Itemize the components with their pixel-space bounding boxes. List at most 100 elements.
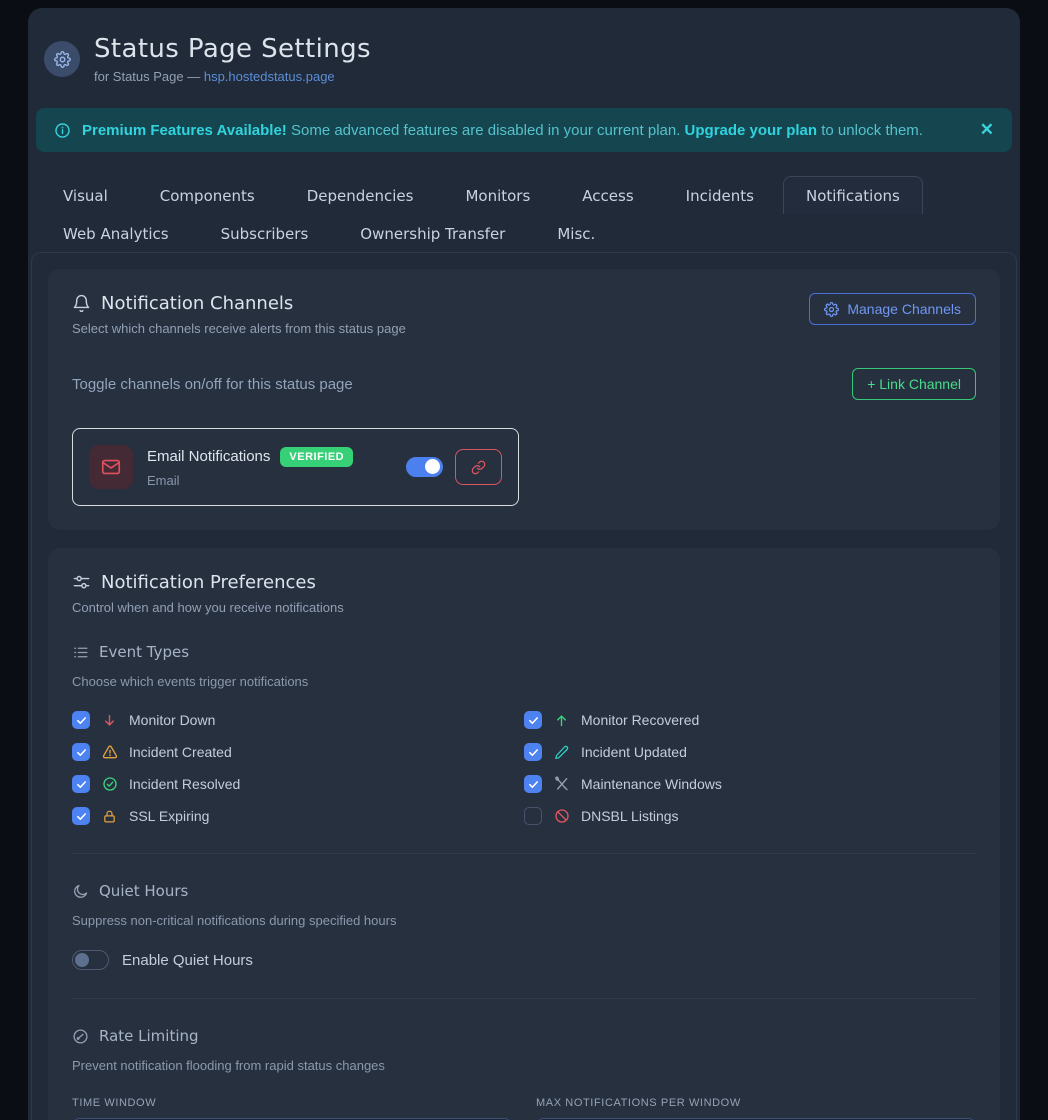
moon-icon xyxy=(72,883,89,900)
manage-channels-label: Manage Channels xyxy=(847,301,961,317)
event-type-monitor-recovered[interactable]: Monitor Recovered xyxy=(524,711,976,729)
page-subtitle: for Status Page — hsp.hostedstatus.page xyxy=(94,69,371,84)
event-type-incident-resolved[interactable]: Incident Resolved xyxy=(72,775,524,793)
banner-suffix: to unlock them. xyxy=(817,122,923,139)
info-icon xyxy=(54,122,71,139)
tab-components[interactable]: Components xyxy=(137,176,278,214)
checkbox[interactable] xyxy=(524,775,542,793)
quiet-hours-description: Suppress non-critical notifications duri… xyxy=(72,913,976,928)
settings-page: Status Page Settings for Status Page — h… xyxy=(28,8,1020,1120)
event-types-description: Choose which events trigger notification… xyxy=(72,674,976,689)
checkbox[interactable] xyxy=(524,711,542,729)
tab-web-analytics[interactable]: Web Analytics xyxy=(40,214,192,252)
pencil-icon xyxy=(553,745,570,760)
event-type-label: Incident Updated xyxy=(581,744,687,760)
quiet-hours-title: Quiet Hours xyxy=(99,882,188,900)
check-circle-icon xyxy=(101,776,118,792)
checkbox[interactable] xyxy=(524,743,542,761)
channel-name: Email Notifications xyxy=(147,448,270,465)
section-divider xyxy=(72,853,976,854)
tab-incidents[interactable]: Incidents xyxy=(663,176,777,214)
event-type-label: Incident Created xyxy=(129,744,232,760)
event-type-label: DNSBL Listings xyxy=(581,808,679,824)
event-type-ssl-expiring[interactable]: SSL Expiring xyxy=(72,807,524,825)
notification-channels-card: Notification Channels Select which chann… xyxy=(48,269,1000,530)
event-type-dnsbl-listings[interactable]: DNSBL Listings xyxy=(524,807,976,825)
section-divider xyxy=(72,998,976,999)
rate-limiting-description: Prevent notification flooding from rapid… xyxy=(72,1058,976,1073)
event-types-grid: Monitor Down Monitor Recovered Incident … xyxy=(72,711,976,825)
channel-type: Email xyxy=(147,473,353,488)
tab-subscribers[interactable]: Subscribers xyxy=(198,214,332,252)
settings-tabs: Visual Components Dependencies Monitors … xyxy=(28,176,968,252)
event-types-title: Event Types xyxy=(99,643,189,661)
event-type-incident-updated[interactable]: Incident Updated xyxy=(524,743,976,761)
tab-monitors[interactable]: Monitors xyxy=(442,176,553,214)
checkbox[interactable] xyxy=(72,807,90,825)
event-type-incident-created[interactable]: Incident Created xyxy=(72,743,524,761)
arrow-up-icon xyxy=(553,713,570,728)
channels-subtitle: Select which channels receive alerts fro… xyxy=(72,321,406,336)
toggle-channels-hint: Toggle channels on/off for this status p… xyxy=(72,376,353,393)
tab-dependencies[interactable]: Dependencies xyxy=(284,176,437,214)
checkbox[interactable] xyxy=(524,807,542,825)
quiet-hours-heading: Quiet Hours xyxy=(72,882,976,900)
status-page-link[interactable]: hsp.hostedstatus.page xyxy=(204,69,335,84)
tab-visual[interactable]: Visual xyxy=(40,176,131,214)
tab-ownership-transfer[interactable]: Ownership Transfer xyxy=(337,214,528,252)
event-type-maintenance-windows[interactable]: Maintenance Windows xyxy=(524,775,976,793)
rate-limiting-title: Rate Limiting xyxy=(99,1027,199,1045)
event-type-label: Maintenance Windows xyxy=(581,776,722,792)
rate-limiting-heading: Rate Limiting xyxy=(72,1027,976,1045)
gauge-icon xyxy=(72,1028,89,1045)
event-type-label: Monitor Down xyxy=(129,712,215,728)
event-type-label: SSL Expiring xyxy=(129,808,209,824)
event-type-monitor-down[interactable]: Monitor Down xyxy=(72,711,524,729)
preferences-title: Notification Preferences xyxy=(101,572,316,593)
channels-title-row: Notification Channels xyxy=(72,293,406,314)
chain-link-icon xyxy=(471,460,486,475)
checkbox[interactable] xyxy=(72,775,90,793)
envelope-icon xyxy=(89,445,133,489)
tab-misc[interactable]: Misc. xyxy=(534,214,618,252)
link-channel-button[interactable]: + Link Channel xyxy=(852,368,976,400)
tab-access[interactable]: Access xyxy=(559,176,656,214)
manage-channels-button[interactable]: Manage Channels xyxy=(809,293,976,325)
link-channel-label: + Link Channel xyxy=(867,376,961,392)
quiet-hours-toggle[interactable] xyxy=(72,950,109,970)
banner-text: Some advanced features are disabled in y… xyxy=(287,122,685,139)
event-type-label: Monitor Recovered xyxy=(581,712,699,728)
quiet-hours-toggle-label: Enable Quiet Hours xyxy=(122,952,253,969)
banner-headline: Premium Features Available! xyxy=(82,122,287,139)
lock-icon xyxy=(101,809,118,824)
preferences-subtitle: Control when and how you receive notific… xyxy=(72,600,976,615)
email-channel-card: Email Notifications VERIFIED Email xyxy=(72,428,519,506)
tab-notifications[interactable]: Notifications xyxy=(783,176,923,214)
email-channel-toggle[interactable] xyxy=(406,457,443,477)
max-notifications-label: MAX NOTIFICATIONS PER WINDOW xyxy=(536,1097,976,1109)
tools-icon xyxy=(553,776,570,792)
unlink-channel-button[interactable] xyxy=(455,449,502,485)
notification-preferences-card: Notification Preferences Control when an… xyxy=(48,548,1000,1120)
time-window-label: TIME WINDOW xyxy=(72,1097,512,1109)
warning-icon xyxy=(101,744,118,760)
page-title: Status Page Settings xyxy=(94,34,371,64)
preferences-title-row: Notification Preferences xyxy=(72,572,976,593)
checkbox[interactable] xyxy=(72,711,90,729)
close-icon[interactable]: ✕ xyxy=(980,120,994,140)
upgrade-plan-link[interactable]: Upgrade your plan xyxy=(685,122,818,139)
page-header: Status Page Settings for Status Page — h… xyxy=(28,8,1020,102)
verified-badge: VERIFIED xyxy=(280,447,353,467)
checkbox[interactable] xyxy=(72,743,90,761)
sliders-icon xyxy=(72,573,91,592)
premium-banner: Premium Features Available! Some advance… xyxy=(36,108,1012,152)
event-type-label: Incident Resolved xyxy=(129,776,240,792)
notifications-panel: Notification Channels Select which chann… xyxy=(31,252,1017,1120)
list-icon xyxy=(72,644,89,661)
channels-title: Notification Channels xyxy=(101,293,293,314)
event-types-heading: Event Types xyxy=(72,643,976,661)
bell-icon xyxy=(72,294,91,313)
arrow-down-icon xyxy=(101,713,118,728)
gear-icon xyxy=(824,302,839,317)
ban-icon xyxy=(553,808,570,824)
